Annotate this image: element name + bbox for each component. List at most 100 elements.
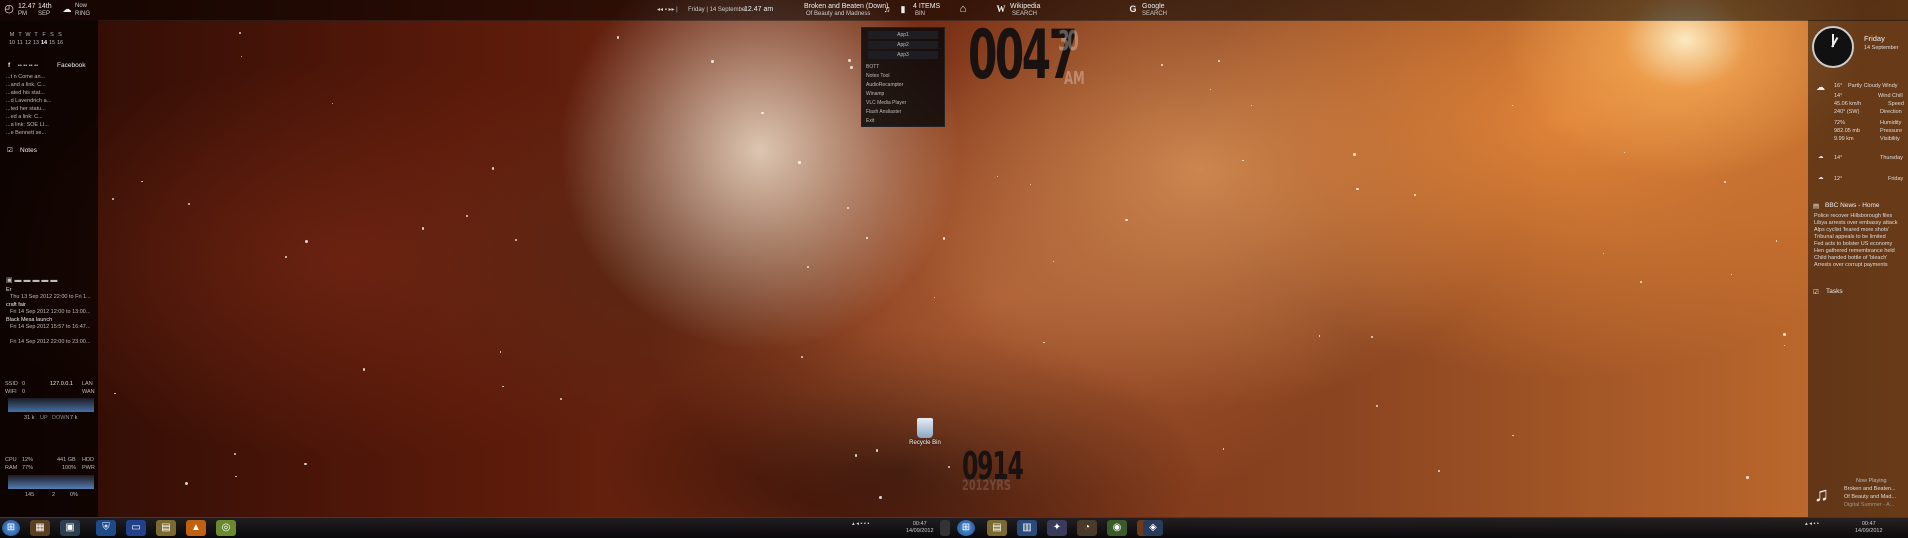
feed-item[interactable]: ...d Lavendrich a... (6, 98, 51, 105)
cpu-graph (8, 475, 94, 489)
star (1413, 194, 1416, 197)
calendar-dates: 10 11 12 13 14 15 16 (8, 40, 64, 46)
news-item[interactable]: Alps cyclist 'feared more shots' (1814, 227, 1889, 234)
launcher-app-3[interactable]: App3 (868, 51, 938, 59)
feed-item[interactable]: ...t n Come an... (6, 74, 45, 81)
stat-three: 0% (70, 492, 78, 498)
center-tray-icons[interactable]: ▴ ◂ ▪ ▪ ▪ (852, 521, 869, 528)
recycle-bin-icon[interactable] (917, 418, 933, 438)
launcher-app-2[interactable]: App2 (868, 41, 938, 49)
ip-address: 127.0.0.1 (50, 381, 73, 387)
taskbar-document-icon[interactable]: ▥ (1017, 520, 1037, 536)
wikipedia-icon[interactable]: W (996, 4, 1006, 14)
left-widget-sidebar: MTWTFSS 10 11 12 13 14 15 16 f ▪▪ ▪▪ ▪▪ ▪▪ Fac… (0, 20, 98, 517)
right-clock[interactable]: 00:47 14/09/2012 (1855, 521, 1883, 535)
star (1640, 280, 1643, 283)
center-clock-time[interactable]: 00:47 (906, 521, 934, 528)
star (1623, 151, 1625, 153)
news-item[interactable]: Hen gathered remembrance held (1814, 248, 1895, 255)
news-title[interactable]: BBC News - Home (1825, 202, 1880, 209)
facebook-title[interactable]: Facebook (57, 62, 86, 69)
google-sub: SEARCH (1142, 11, 1168, 17)
star (233, 452, 236, 455)
taskbar-chrome-icon[interactable]: ◉ (1107, 520, 1127, 536)
taskbar-app-icon[interactable]: ✦ (1047, 520, 1067, 536)
center-clock[interactable]: 00:47 14/09/2012 (906, 521, 934, 535)
recycle-bin[interactable]: Recycle Bin (908, 418, 942, 446)
forecast-icon: ☁ (1818, 175, 1824, 181)
news-item[interactable]: Tribunal appeals to be limited (1814, 234, 1886, 241)
home-icon[interactable]: ⌂ (958, 4, 968, 15)
music-note-icon[interactable]: ♫ (882, 4, 892, 14)
center-clock-date[interactable]: 14/09/2012 (906, 528, 934, 535)
media-controls[interactable]: ◂◂ ▪ ▸▸ | (657, 7, 678, 14)
taskbar-folder-icon[interactable]: ▤ (156, 520, 176, 536)
google-label[interactable]: Google (1142, 3, 1165, 10)
ssid-value: 0 (22, 381, 26, 387)
np-album: Of Beauty and Mad... (1844, 494, 1896, 500)
notes-icon: ☑ (7, 147, 13, 154)
humidity-label: Humidity (1880, 120, 1902, 126)
star (798, 161, 801, 164)
feed-item[interactable]: ...a link: SOE LI... (6, 122, 49, 129)
launcher-item[interactable]: Flash Ansliaster (862, 108, 944, 117)
topbar-weather-label: Now (75, 3, 88, 9)
bin-items: 4 ITEMS (913, 3, 941, 10)
up-speed: 7 k (70, 415, 78, 421)
right-clock-time[interactable]: 00:47 (1855, 521, 1883, 528)
wifi-value: 0 (22, 389, 26, 395)
top-widget-bar: ◴ 12.47 PM 14th SEP ☁ Now RING ◂◂ ▪ ▸▸ |… (0, 0, 1908, 21)
calendar-days: MTWTFSS (9, 32, 62, 38)
notes-title[interactable]: Notes (20, 147, 37, 154)
cpu-value: 12% (22, 457, 34, 463)
taskbar: ⊞ ▦ ▣ ⛨ ▭ ▤ ▲ ◎ ▴ ◂ ▪ ▪ ▪ 00:47 14/09/20… (0, 517, 1908, 538)
show-desktop-button[interactable] (940, 520, 950, 536)
forecast-day: Thursday (1880, 155, 1903, 161)
facebook-icon[interactable]: f (8, 62, 10, 69)
calendar-toolbar[interactable]: ▣ ▬ ▬ ▬ ▬ ▬ (6, 277, 57, 284)
star (1775, 240, 1777, 242)
launcher-item[interactable]: VLC Media Player (862, 99, 944, 108)
feed-item[interactable]: ...and a link. C... (6, 82, 46, 89)
forecast-temp: 14° (1834, 155, 1843, 161)
weather-desc: Partly Cloudy Windy (1848, 83, 1898, 89)
launcher-menu: App1 App2 App3 BOTT Notes Tool AudioReca… (861, 27, 945, 127)
taskbar-app-icon[interactable]: ▣ (60, 520, 80, 536)
news-item[interactable]: Fed acts to bolster US economy (1814, 241, 1892, 248)
right-clock-date[interactable]: 14/09/2012 (1855, 528, 1883, 535)
feed-item[interactable]: ...ted her statu... (6, 106, 46, 113)
launcher-item[interactable]: Winamp (862, 90, 944, 99)
launcher-item[interactable]: AudioRecamptor (862, 81, 944, 90)
right-tray-icons[interactable]: ▴ ◂ ▪ ▪ (1805, 521, 1819, 528)
news-item[interactable]: Child handed bottle of 'bleach' (1814, 255, 1887, 262)
launcher-item[interactable]: BOTT (862, 63, 944, 72)
facebook-toolbar[interactable]: ▪▪ ▪▪ ▪▪ ▪▪ (18, 63, 38, 70)
down-label: DOWN (52, 415, 70, 421)
google-icon[interactable]: G (1128, 4, 1138, 14)
star (1782, 333, 1786, 336)
news-item[interactable]: Police recover Hillsborough files (1814, 213, 1892, 220)
taskbar-shield-icon[interactable]: ⛨ (96, 520, 116, 536)
taskbar-folder-icon[interactable]: ▤ (987, 520, 1007, 536)
launcher-app-1[interactable]: App1 (868, 31, 938, 39)
start-button-2[interactable]: ⊞ (957, 520, 975, 536)
feed-item[interactable]: ...ed a link: C... (6, 114, 43, 121)
news-item[interactable]: Libya arrests over embassy attack (1814, 220, 1897, 227)
launcher-item[interactable]: Notes Tool (862, 72, 944, 81)
feed-item[interactable]: ...ated his stat... (6, 90, 45, 97)
start-button[interactable]: ⊞ (2, 520, 20, 536)
taskbar-app-icon[interactable]: ▦ (30, 520, 50, 536)
taskbar-vlc-icon[interactable]: ▲ (186, 520, 206, 536)
wiki-label[interactable]: Wikipedia (1010, 3, 1040, 10)
tasks-title[interactable]: Tasks (1826, 288, 1843, 295)
launcher-item-exit[interactable]: Exit (862, 117, 944, 126)
taskbar-app-icon[interactable]: ◔ (1077, 520, 1097, 536)
taskbar-app-icon[interactable]: ▭ (126, 520, 146, 536)
trash-icon[interactable]: ▮ (898, 4, 908, 14)
taskbar-app-icon[interactable]: ◎ (216, 520, 236, 536)
taskbar-app-icon[interactable]: ◈ (1143, 520, 1163, 536)
star (491, 167, 495, 170)
feed-item[interactable]: ...e Bennett se... (6, 130, 46, 137)
recycle-bin-label[interactable]: Recycle Bin (908, 440, 942, 446)
news-item[interactable]: Arrests over corrupt payments (1814, 262, 1888, 269)
